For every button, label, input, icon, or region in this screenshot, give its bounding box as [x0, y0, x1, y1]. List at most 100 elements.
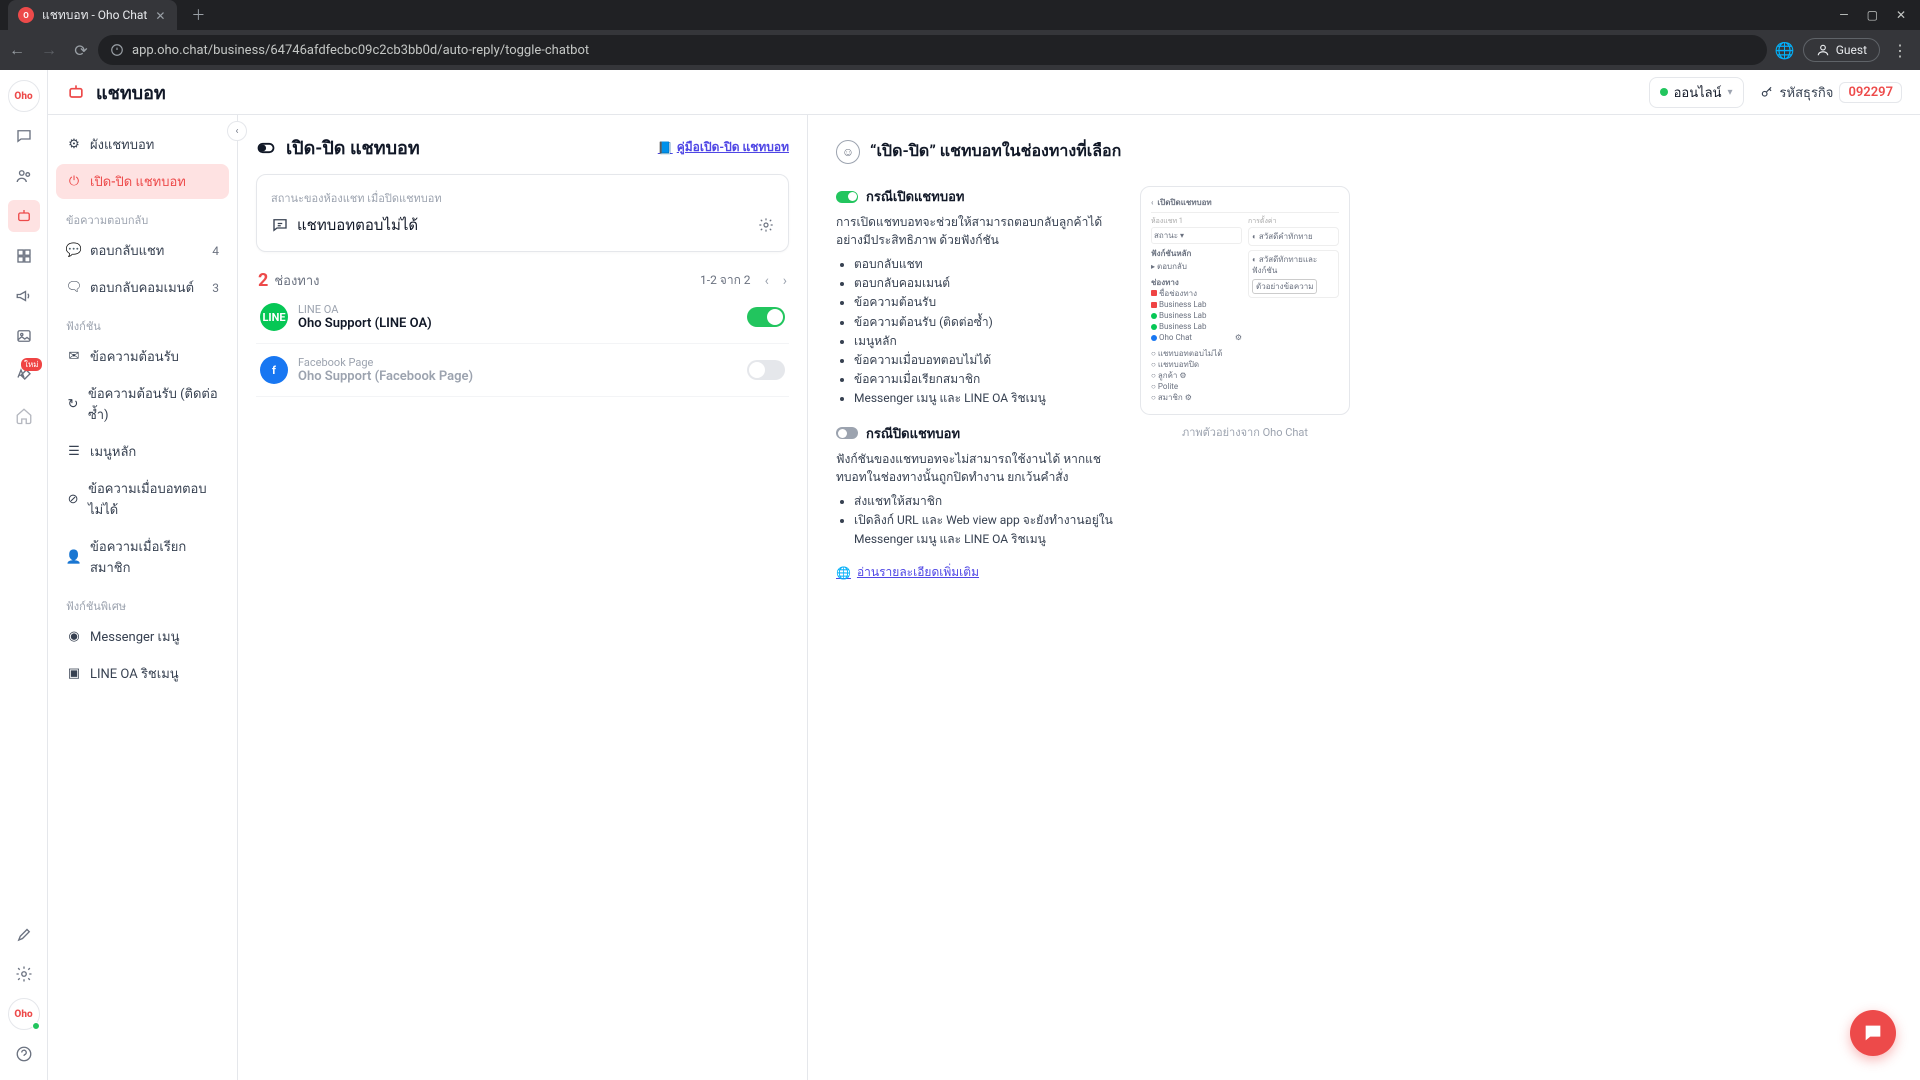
status-dropdown[interactable]: ออนไลน์ ▾	[1649, 77, 1744, 108]
status-label: ออนไลน์	[1674, 82, 1722, 103]
sidebar-item-flow[interactable]: ⚙ ผังแชทบอท	[56, 127, 229, 162]
sidebar-item-toggle-chatbot[interactable]: ⏻ เปิด-ปิด แชทบอท	[56, 164, 229, 199]
sidebar-item-fallback[interactable]: ⊘ ข้อความเมื่อบอทตอบไม่ได้	[56, 471, 229, 527]
new-badge: ใหม่	[21, 358, 41, 371]
chat-off-icon	[271, 216, 289, 234]
sidebar-item-label: LINE OA ริชเมนู	[90, 663, 179, 684]
sidebar-item-welcome-repeat[interactable]: ↻ข้อความต้อนรับ (ติดต่อซ้ำ)	[56, 376, 229, 432]
rail-contacts-icon[interactable]	[8, 160, 40, 192]
url-text: app.oho.chat/business/64746afdfecbc09c2c…	[132, 43, 589, 58]
channel-toggle-facebook[interactable]	[747, 360, 785, 380]
close-window-icon[interactable]: ✕	[1896, 8, 1906, 22]
rail-chatbot-icon[interactable]	[8, 200, 40, 232]
app-topbar: แชทบอท ออนไลน์ ▾ รหัสธุรกิจ 092297	[48, 70, 1920, 115]
info-heading: ☺ “เปิด-ปิด” แชทบอทในช่องทางที่เลือก	[836, 139, 1892, 164]
page-title: แชทบอท	[96, 78, 166, 107]
browser-tabstrip: O แชทบอท - Oho Chat ✕ ＋ — ▢ ✕	[0, 0, 1920, 30]
info-on-text: กรณีเปิดแชทบอท	[866, 186, 964, 207]
minimize-icon[interactable]: —	[1839, 8, 1848, 22]
sidebar-item-label: ข้อความต้อนรับ	[90, 346, 179, 367]
fallback-icon: ⊘	[66, 491, 80, 507]
collapse-sidebar-button[interactable]: ‹	[227, 121, 247, 141]
rail-settings-icon[interactable]	[8, 958, 40, 990]
chrome-menu-icon[interactable]: ⋮	[1888, 37, 1912, 64]
list-item: เปิดลิงก์ URL และ Web view app จะยังทำงา…	[854, 511, 1116, 549]
guest-label: Guest	[1836, 43, 1867, 57]
rail-chat-icon[interactable]	[8, 120, 40, 152]
forward-icon[interactable]: →	[40, 41, 58, 59]
sidebar-item-label: ผังแชทบอท	[90, 134, 154, 155]
example-caption: ภาพตัวอย่างจาก Oho Chat	[1140, 423, 1350, 441]
page-range: 1-2 จาก 2	[700, 271, 751, 290]
back-icon[interactable]: ←	[8, 41, 26, 59]
info-on-label: กรณีเปิดแชทบอท	[836, 186, 1116, 207]
card-subtitle: สถานะของห้องแชท เมื่อปิดแชทบอท	[271, 189, 774, 207]
read-more-link[interactable]: 🌐อ่านรายละเอียดเพิ่มเติม	[836, 563, 1116, 582]
next-page-button[interactable]: ›	[783, 273, 787, 289]
guide-link[interactable]: 📘คู่มือเปิด‑ปิด แชทบอท	[658, 138, 789, 157]
rail-tag-icon[interactable]	[8, 400, 40, 432]
maximize-icon[interactable]: ▢	[1867, 8, 1878, 22]
chat-fab-button[interactable]	[1850, 1010, 1896, 1056]
channel-sub: Facebook Page	[298, 356, 473, 369]
sidebar-item-label: ข้อความเมื่อบอทตอบไม่ได้	[88, 478, 219, 520]
welcome-repeat-icon: ↻	[66, 396, 80, 412]
key-icon	[1760, 85, 1774, 99]
sidebar-item-call-member[interactable]: 👤ข้อความเมื่อเรียกสมาชิก	[56, 529, 229, 585]
prev-page-button[interactable]: ‹	[765, 273, 769, 289]
biz-id-value[interactable]: 092297	[1839, 82, 1902, 103]
sidebar: ‹ ⚙ผังแชทบอท ⏻เปิด-ปิด แชทบอท ข้อความตอบ…	[48, 115, 238, 1080]
sidebar-section-reply: ข้อความตอบกลับ	[56, 201, 229, 233]
rail-info-icon[interactable]	[8, 1038, 40, 1070]
bot-face-icon: ☺	[836, 140, 860, 164]
rail-broadcast-icon[interactable]	[8, 280, 40, 312]
item-count: 3	[212, 281, 219, 295]
toggle-off-icon	[836, 427, 858, 439]
rail-apps-icon[interactable]	[8, 240, 40, 272]
list-item: Messenger เมนู และ LINE OA ริชเมนู	[854, 389, 1116, 408]
channel-count: 2	[258, 270, 268, 291]
info-off-list: ส่งแชทให้สมาชิก เปิดลิงก์ URL และ Web vi…	[836, 492, 1116, 550]
rail-campaign-icon[interactable]: ใหม่	[8, 360, 40, 392]
sidebar-item-label: ตอบกลับคอมเมนต์	[90, 277, 194, 298]
close-icon[interactable]: ✕	[155, 9, 167, 21]
sidebar-item-messenger-menu[interactable]: ◉Messenger เมนู	[56, 619, 229, 654]
list-item: เมนูหลัก	[854, 332, 1116, 351]
line-icon: LINE	[260, 303, 288, 331]
browser-toolbar: ← → ⟳ app.oho.chat/business/64746afdfecb…	[0, 30, 1920, 70]
info-on-desc: การเปิดแชทบอทจะช่วยให้สามารถตอบกลับลูกค้…	[836, 213, 1116, 249]
chat-status-card: สถานะของห้องแชท เมื่อปิดแชทบอท แชทบอทตอบ…	[256, 174, 789, 252]
gear-icon[interactable]	[758, 217, 774, 233]
main-panel: เปิด-ปิด แชทบอท 📘คู่มือเปิด‑ปิด แชทบอท ส…	[238, 115, 808, 1080]
app-logo[interactable]: Oho	[8, 80, 40, 112]
browser-tab[interactable]: O แชทบอท - Oho Chat ✕	[8, 0, 177, 30]
comment-reply-icon: 🗨	[66, 280, 82, 296]
address-bar[interactable]: app.oho.chat/business/64746afdfecbc09c2c…	[98, 35, 1767, 65]
rail-media-icon[interactable]	[8, 320, 40, 352]
reload-icon[interactable]: ⟳	[72, 41, 90, 59]
profile-button[interactable]: Guest	[1803, 38, 1880, 62]
sidebar-item-main-menu[interactable]: ☰เมนูหลัก	[56, 434, 229, 469]
channel-toggle-line[interactable]	[747, 307, 785, 327]
list-item: ข้อความต้อนรับ (ติดต่อซ้ำ)	[854, 313, 1116, 332]
rail-workspace-icon[interactable]: Oho	[8, 998, 40, 1030]
menu-icon: ☰	[66, 444, 82, 460]
panel-title: เปิด-ปิด แชทบอท	[286, 133, 420, 162]
sidebar-item-reply-chat[interactable]: 💬ตอบกลับแชท4	[56, 233, 229, 268]
window-controls: — ▢ ✕	[1839, 8, 1920, 22]
rail-help-icon[interactable]	[8, 918, 40, 950]
new-tab-button[interactable]: ＋	[185, 1, 211, 29]
sidebar-item-label: เปิด-ปิด แชทบอท	[90, 171, 186, 192]
flow-icon: ⚙	[66, 137, 82, 153]
channel-title: Oho Support (LINE OA)	[298, 316, 432, 331]
online-dot-icon	[1660, 88, 1668, 96]
read-more-label: อ่านรายละเอียดเพิ่มเติม	[857, 563, 979, 582]
translate-icon[interactable]: 🌐	[1775, 41, 1795, 60]
sidebar-item-reply-comment[interactable]: 🗨 ตอบกลับคอมเมนต์ 3	[56, 270, 229, 305]
sidebar-item-label: Messenger เมนู	[90, 626, 179, 647]
sidebar-item-welcome[interactable]: ✉ข้อความต้อนรับ	[56, 339, 229, 374]
toggle-icon: ⏻	[66, 174, 82, 190]
sidebar-item-line-richmenu[interactable]: ▣ LINE OA ริชเมนู	[56, 656, 229, 691]
info-off-desc: ฟังก์ชันของแชทบอทจะไม่สามารถใช้งานได้ หา…	[836, 450, 1116, 486]
line-richmenu-icon: ▣	[66, 666, 82, 682]
